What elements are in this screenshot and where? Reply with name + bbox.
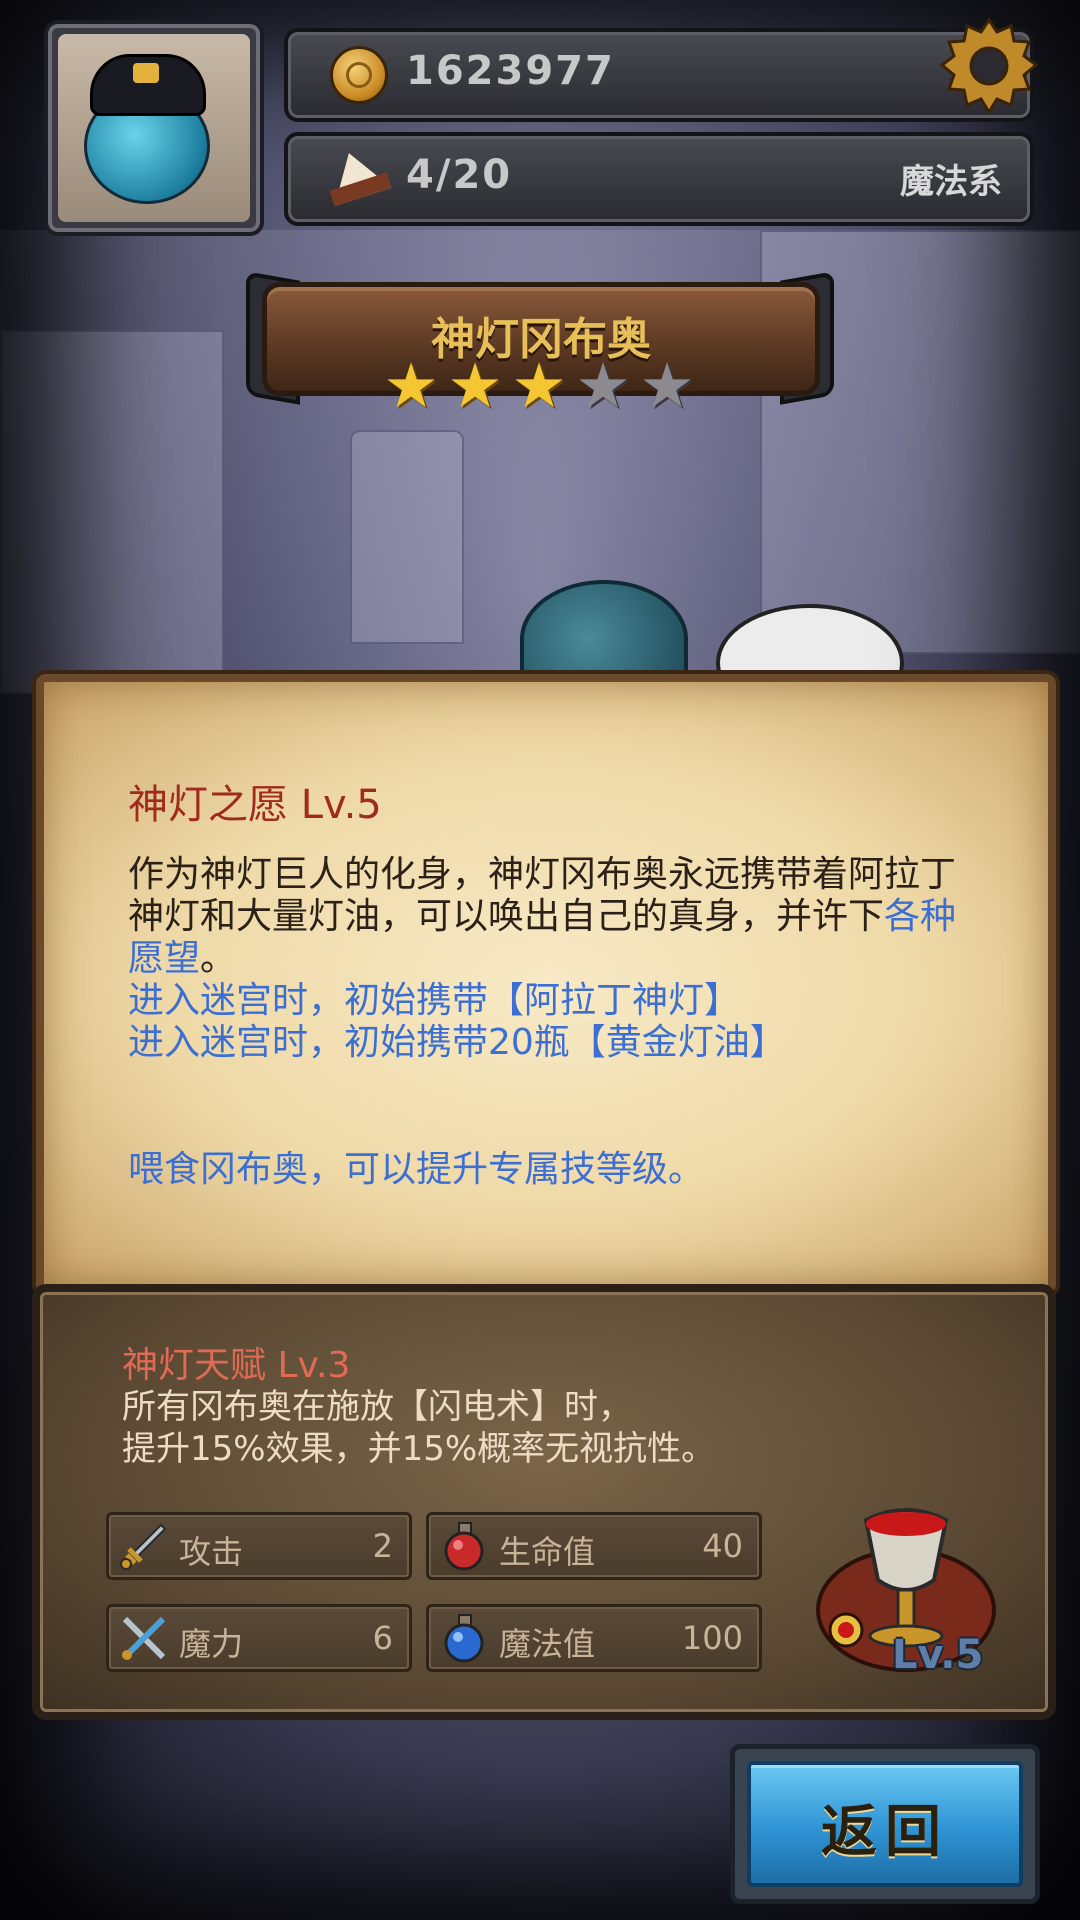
- coin-icon: [330, 46, 388, 104]
- skill-parchment: 神灯之愿 Lv.5 作为神灯巨人的化身，神灯冈布奥永远携带着阿拉丁神灯和大量灯油…: [36, 674, 1056, 1294]
- stat-value: 40: [702, 1527, 743, 1565]
- talent-description: 所有冈布奥在施放【闪电术】时， 提升15%效果，并15%概率无视抗性。: [122, 1386, 715, 1470]
- skill-title: 神灯之愿 Lv.5: [128, 782, 382, 828]
- star-rating: ★ ★ ★ ★ ★: [382, 349, 696, 422]
- hero-avatar[interactable]: [44, 20, 264, 236]
- stat-value: 6: [372, 1619, 393, 1657]
- red-potion-icon: [444, 1522, 484, 1571]
- talent-panel: 神灯天赋 Lv.3 所有冈布奥在施放【闪电术】时， 提升15%效果，并15%概率…: [32, 1284, 1056, 1720]
- talent-title: 神灯天赋 Lv.3: [122, 1345, 351, 1386]
- star-empty-icon: ★: [575, 349, 631, 422]
- avatar-hat-icon: [90, 54, 206, 116]
- stat-value: 100: [681, 1619, 743, 1657]
- feed-hint: 喂食冈布奥，可以提升专属技等级。: [128, 1149, 705, 1190]
- talent-line-1: 所有冈布奥在施放【闪电术】时，: [122, 1387, 632, 1427]
- skill-desc-end: 。: [200, 938, 237, 979]
- star-filled-icon: ★: [383, 349, 439, 422]
- stat-label: 魔法值: [499, 1625, 596, 1663]
- star-filled-icon: ★: [511, 349, 567, 422]
- stat-attack: 攻击 2: [106, 1512, 412, 1580]
- blue-potion-icon: [444, 1614, 484, 1663]
- stat-label: 魔力: [179, 1625, 244, 1663]
- stat-mana: 魔法值 100: [426, 1604, 762, 1672]
- background-building: [0, 330, 224, 694]
- skill-effect-2: 进入迷宫时，初始携带20瓶【黄金灯油】: [128, 1022, 786, 1063]
- sword-icon: [120, 1523, 167, 1570]
- skill-desc-text: 作为神灯巨人的化身，神灯冈布奥永远携带着阿拉丁神灯和大量灯油，可以唤出自己的真身…: [128, 854, 957, 937]
- skill-effect-1: 进入迷宫时，初始携带【阿拉丁神灯】: [128, 980, 741, 1021]
- back-button-face: 返回: [747, 1761, 1023, 1887]
- stat-value: 2: [372, 1527, 393, 1565]
- crossed-tools-icon: [122, 1616, 166, 1660]
- food-count: 4/20: [406, 152, 513, 198]
- talent-line-2: 提升15%效果，并15%概率无视抗性。: [122, 1429, 716, 1469]
- stat-label: 生命值: [499, 1533, 596, 1571]
- stat-label: 攻击: [179, 1533, 244, 1571]
- stat-magic-power: 魔力 6: [106, 1604, 412, 1672]
- cake-icon: [320, 143, 392, 207]
- stat-health: 生命值 40: [426, 1512, 762, 1580]
- skill-description: 作为神灯巨人的化身，神灯冈布奥永远携带着阿拉丁神灯和大量灯油，可以唤出自己的真身…: [128, 854, 988, 1064]
- gold-amount: 1623977: [406, 48, 615, 94]
- back-button-label: 返回: [821, 1800, 949, 1865]
- relic-level: Lv.5: [892, 1632, 984, 1678]
- food-bar: 4/20 魔法系: [284, 132, 1034, 226]
- star-empty-icon: ★: [639, 349, 695, 422]
- gold-bar: 1623977: [284, 17, 1039, 122]
- background-pillar: [350, 430, 464, 644]
- hero-category: 魔法系: [900, 162, 1002, 202]
- relic-item[interactable]: Lv.5: [806, 1490, 1006, 1690]
- settings-gear-icon[interactable]: [934, 12, 1044, 122]
- back-button[interactable]: 返回: [730, 1744, 1040, 1904]
- star-filled-icon: ★: [447, 349, 503, 422]
